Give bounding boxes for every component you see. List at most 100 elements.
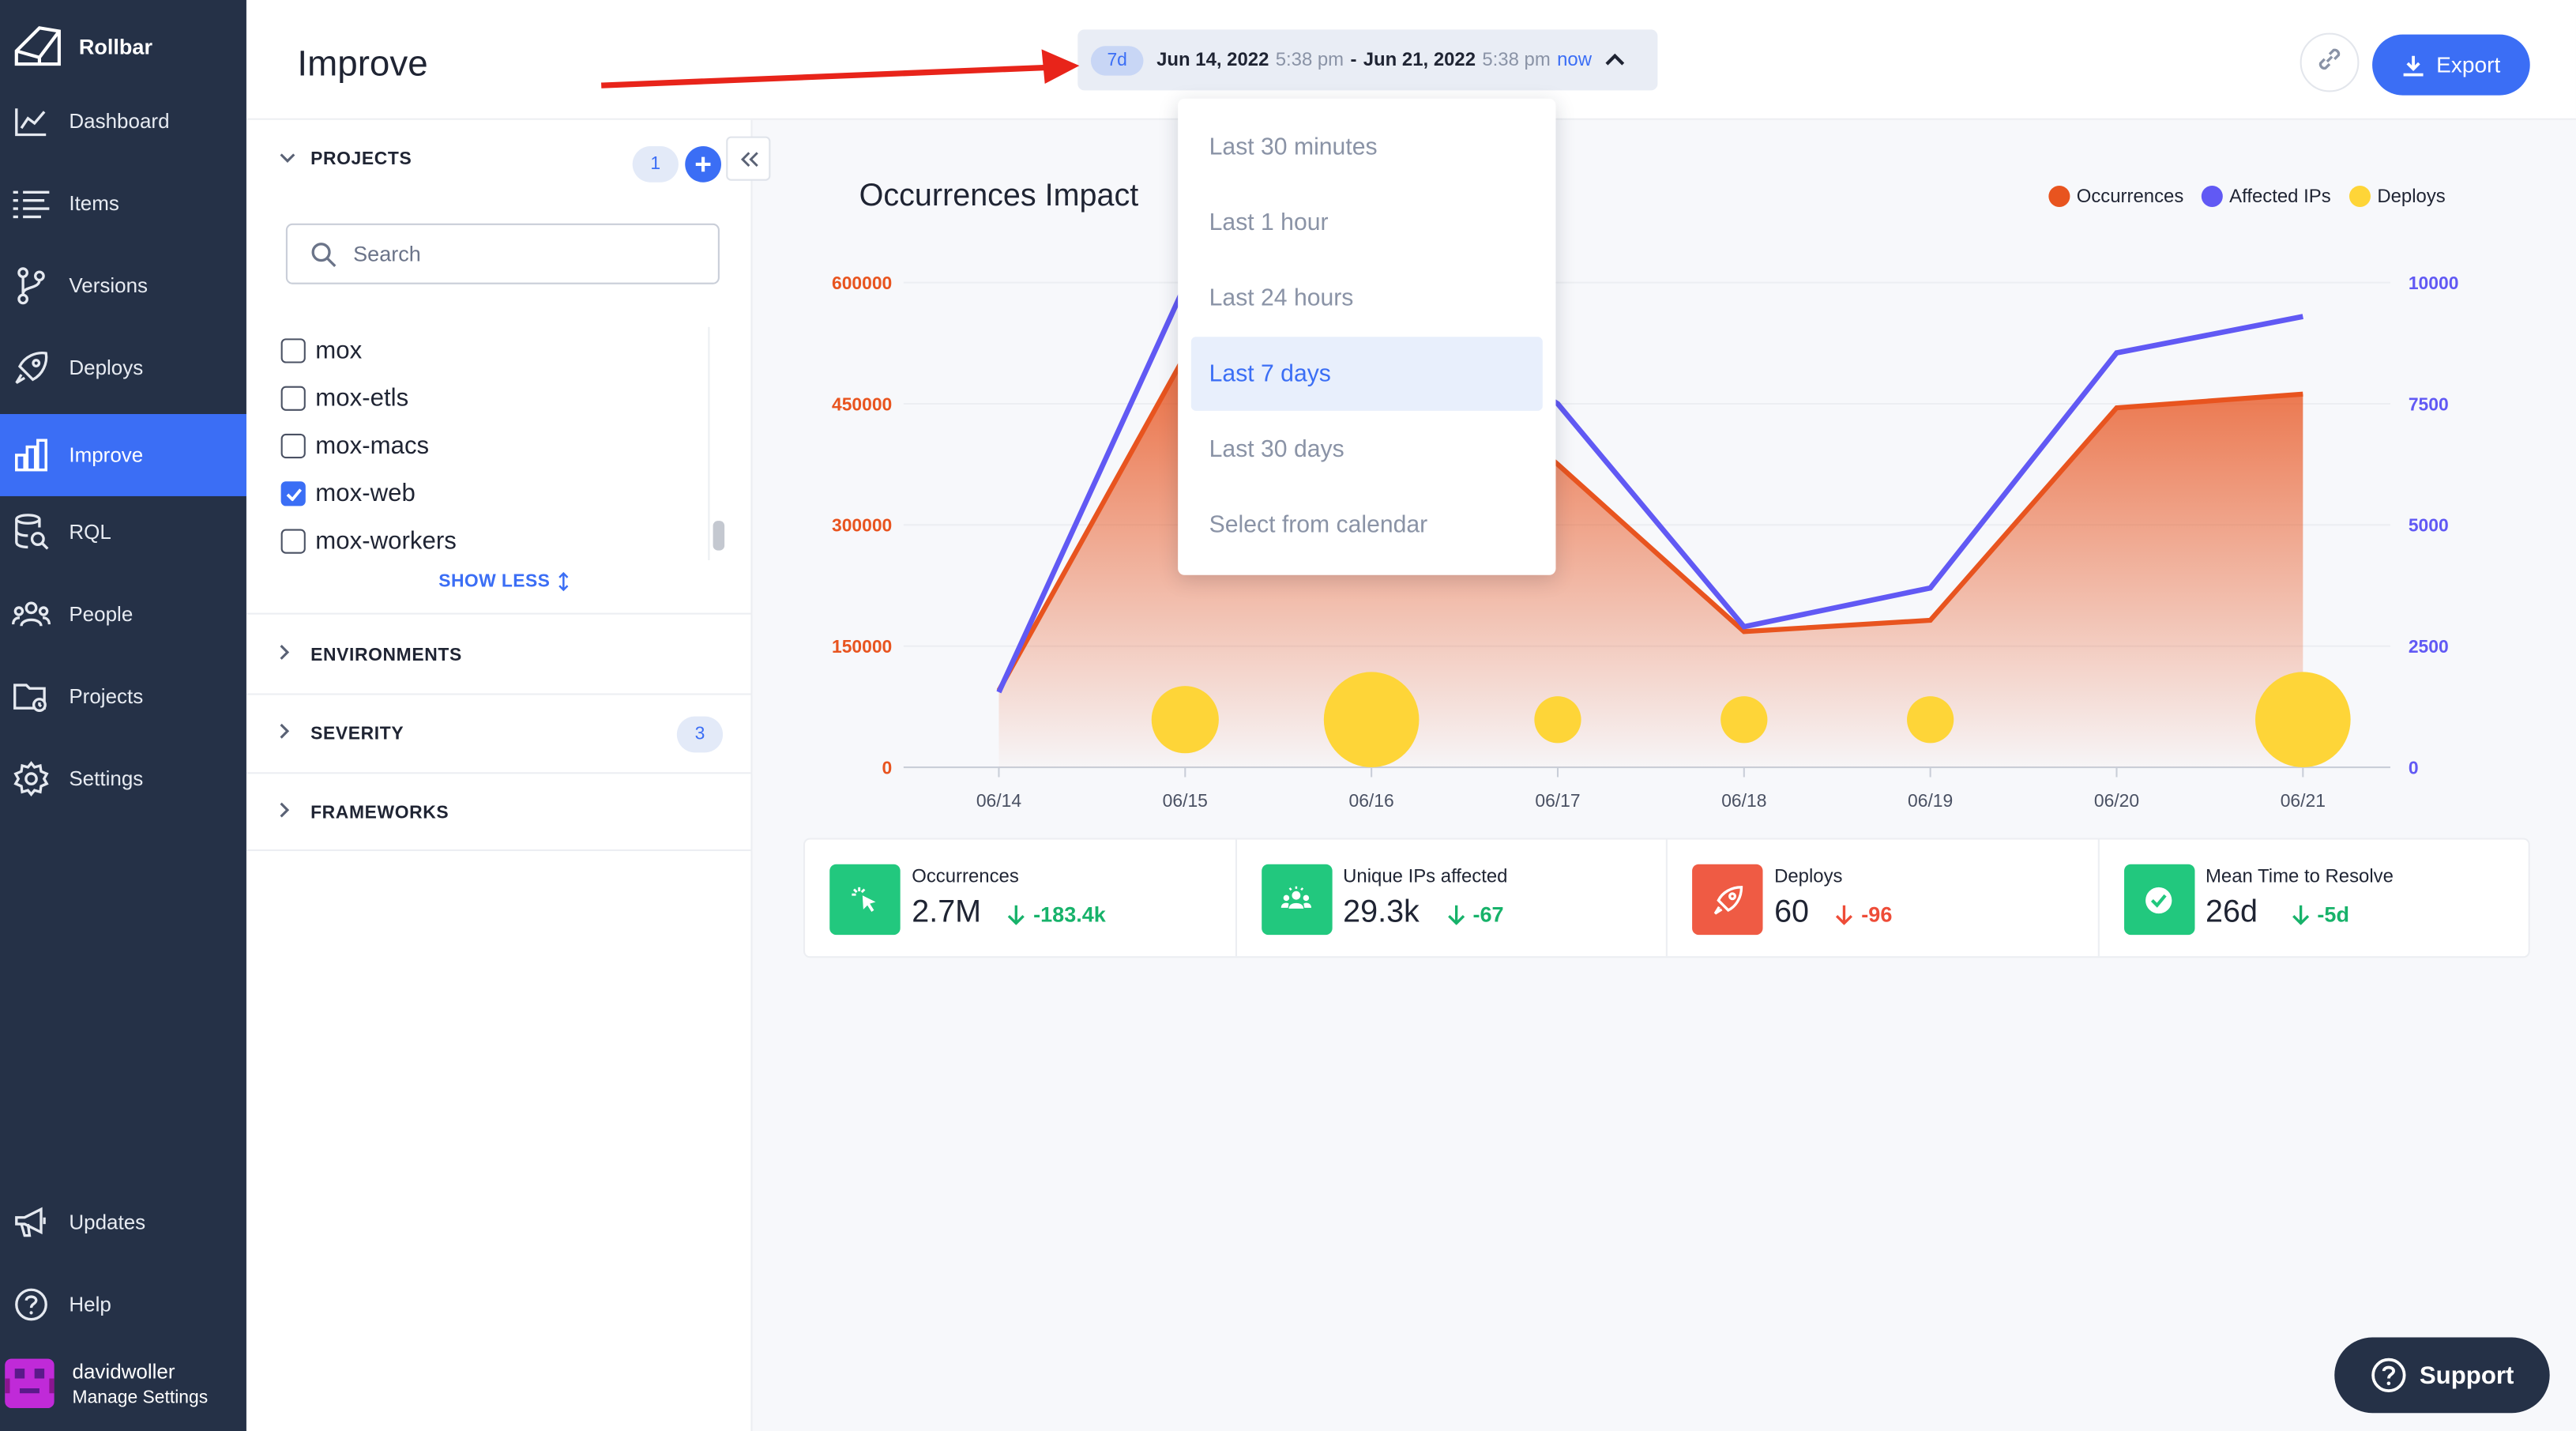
now-label: now <box>1557 50 1593 70</box>
deploys-bubble <box>1907 696 1954 744</box>
stat-label: Deploys <box>1774 867 1843 887</box>
x-tick-label: 06/21 <box>2281 790 2326 811</box>
chevron-right-icon <box>280 723 299 744</box>
scrollbar-thumb[interactable] <box>713 521 725 551</box>
project-checkbox-item[interactable]: mox <box>280 337 362 365</box>
project-checkbox-item[interactable]: mox-etls <box>280 384 409 412</box>
stat-delta: -5d <box>2291 902 2349 927</box>
project-checkbox-item[interactable]: mox-workers <box>280 527 457 555</box>
versions-icon <box>12 266 51 306</box>
project-checkbox-item[interactable]: mox-web <box>280 480 416 508</box>
projects-count-badge: 1 <box>632 146 679 183</box>
checkbox[interactable] <box>280 529 306 554</box>
chevron-down-icon <box>280 149 299 169</box>
projects-section-header[interactable]: PROJECTS <box>280 149 412 169</box>
brand-name: Rollbar <box>78 33 152 58</box>
stat-card-mttr[interactable]: Mean Time to Resolve 26d -5d <box>2099 840 2529 957</box>
improve-icon <box>12 435 51 475</box>
sidebar-item-versions[interactable]: Versions <box>0 245 246 327</box>
deploys-bubble <box>1151 686 1219 754</box>
chevron-right-icon <box>280 644 299 665</box>
sidebar-item-help[interactable]: Help <box>0 1263 246 1346</box>
show-less-button[interactable]: SHOW LESS <box>438 572 570 592</box>
avatar <box>5 1358 55 1408</box>
legend-item-deploys[interactable]: Deploys <box>2348 185 2446 207</box>
legend-item-affected-ips[interactable]: Affected IPs <box>2201 185 2331 207</box>
environments-section-header[interactable]: ENVIRONMENTS <box>280 644 462 665</box>
search-icon <box>311 242 337 266</box>
x-tick-label: 06/14 <box>976 790 1021 811</box>
chevron-up-icon <box>1605 50 1625 70</box>
sidebar-item-dashboard[interactable]: Dashboard <box>0 81 246 163</box>
y-tick-label-right: 2500 <box>2409 636 2449 657</box>
user-menu[interactable]: davidwoller Manage Settings <box>0 1350 208 1416</box>
sidebar-item-people[interactable]: People <box>0 574 246 656</box>
y-tick-label-left: 600000 <box>832 273 892 293</box>
divider <box>246 772 753 774</box>
sidebar-item-rql[interactable]: RQL <box>0 491 246 574</box>
stat-label: Occurrences <box>912 867 1019 887</box>
project-label: mox-web <box>315 480 416 508</box>
severity-section-header[interactable]: SEVERITY <box>280 723 404 744</box>
dropdown-option-last-30-days[interactable]: Last 30 days <box>1191 412 1543 487</box>
support-button[interactable]: Support <box>2334 1337 2550 1414</box>
stat-card-occurrences[interactable]: Occurrences 2.7M -183.4k <box>805 839 1236 957</box>
export-button[interactable]: Export <box>2372 34 2530 96</box>
y-tick-label-right: 7500 <box>2409 394 2449 414</box>
stat-delta-value: -96 <box>1861 902 1893 927</box>
people-icon <box>11 595 51 635</box>
dropdown-option-last-30-minutes[interactable]: Last 30 minutes <box>1191 110 1543 184</box>
cursor-click-icon <box>829 864 901 936</box>
project-label: mox-etls <box>315 384 409 412</box>
severity-title: SEVERITY <box>310 723 404 744</box>
app-window: Rollbar Dashboard Items Versions Deploys… <box>0 0 2576 1431</box>
checkbox-checked[interactable] <box>280 481 306 506</box>
start-date: Jun 14, 2022 <box>1156 50 1269 70</box>
help-icon <box>12 1285 51 1324</box>
legend-swatch <box>2348 185 2371 207</box>
stat-value: 29.3k <box>1343 895 1420 930</box>
x-tick-label: 06/15 <box>1163 790 1208 811</box>
date-range-picker[interactable]: 7d Jun 14, 2022 5:38 pm - Jun 21, 2022 5… <box>1077 29 1658 91</box>
dropdown-option-last-7-days[interactable]: Last 7 days <box>1190 337 1543 411</box>
sidebar-item-deploys[interactable]: Deploys <box>0 327 246 409</box>
sidebar-item-label: Settings <box>69 767 144 791</box>
copy-link-button[interactable] <box>2300 32 2360 92</box>
legend-item-occurrences[interactable]: Occurrences <box>2048 185 2183 207</box>
dropdown-option-last-24-hours[interactable]: Last 24 hours <box>1191 262 1543 336</box>
stat-card-deploys[interactable]: Deploys 60 -96 <box>1668 839 2099 957</box>
check-icon <box>285 488 301 501</box>
manage-settings-link[interactable]: Manage Settings <box>73 1388 209 1407</box>
environments-title: ENVIRONMENTS <box>310 645 462 665</box>
dropdown-option-select-from-calendar[interactable]: Select from calendar <box>1191 488 1543 563</box>
sidebar-item-improve[interactable]: Improve <box>0 413 246 496</box>
sidebar-item-projects[interactable]: Projects <box>0 656 246 738</box>
project-checkbox-item[interactable]: mox-macs <box>280 432 429 460</box>
page-title: Improve <box>297 43 428 85</box>
deploys-icon <box>12 348 51 388</box>
collapse-panel-button[interactable] <box>726 136 771 181</box>
x-tick-label: 06/16 <box>1349 790 1394 811</box>
project-label: mox-workers <box>315 527 457 555</box>
add-project-button[interactable] <box>685 146 721 183</box>
checkbox[interactable] <box>280 338 306 363</box>
sidebar-item-updates[interactable]: Updates <box>0 1181 246 1263</box>
checkbox[interactable] <box>280 386 306 411</box>
dropdown-option-last-1-hour[interactable]: Last 1 hour <box>1191 186 1543 260</box>
deploys-bubble <box>1534 696 1581 744</box>
stat-card-unique-ips[interactable]: Unique IPs affected 29.3k -67 <box>1236 839 1668 957</box>
sidebar-item-label: Items <box>69 192 119 216</box>
frameworks-section-header[interactable]: FRAMEWORKS <box>280 802 449 823</box>
items-icon <box>12 184 51 224</box>
project-search-input[interactable]: Search <box>285 223 720 284</box>
sidebar-item-items[interactable]: Items <box>0 163 246 245</box>
divider <box>246 612 753 615</box>
sidebar-item-settings[interactable]: Settings <box>0 738 246 820</box>
sidebar: Rollbar Dashboard Items Versions Deploys… <box>0 0 246 1431</box>
checkbox[interactable] <box>280 433 306 459</box>
deploys-bubble <box>1323 672 1420 768</box>
brand[interactable]: Rollbar <box>0 23 152 69</box>
y-tick-label-left: 0 <box>882 757 893 778</box>
y-tick-label-right: 5000 <box>2409 515 2449 536</box>
rocket-icon <box>1692 864 1763 936</box>
